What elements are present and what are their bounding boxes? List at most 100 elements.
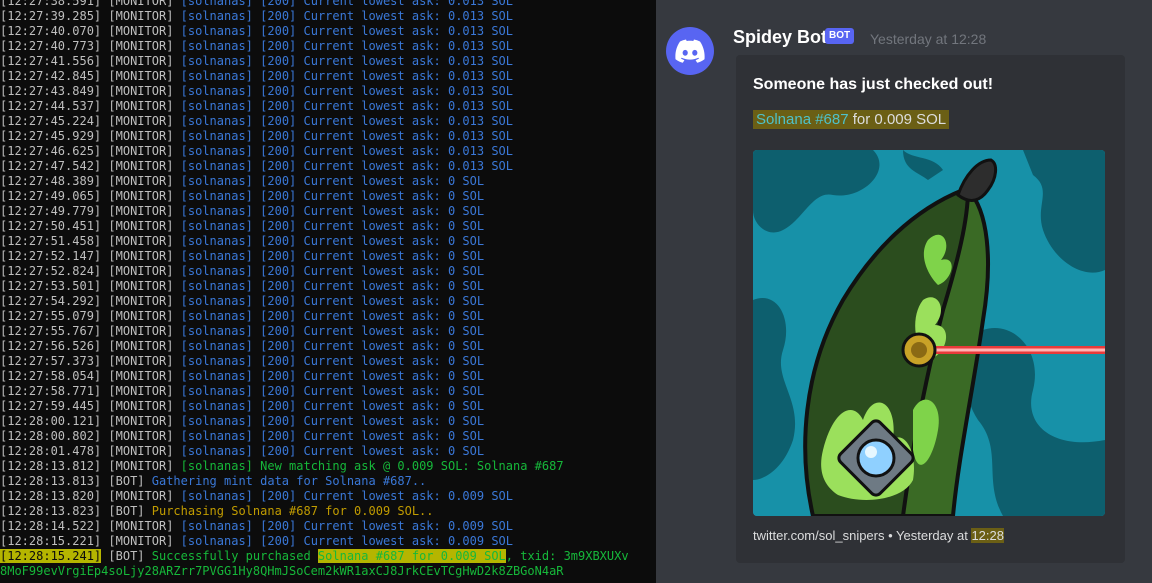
- log-timestamp: [12:27:47.542]: [0, 159, 102, 173]
- log-message: [200] Current lowest ask: 0 SOL: [260, 234, 485, 248]
- log-line: [12:27:56.526] [MONITOR] [solnanas] [200…: [0, 339, 629, 354]
- log-collection: [solnanas]: [180, 99, 253, 113]
- log-line: [12:27:40.070] [MONITOR] [solnanas] [200…: [0, 24, 629, 39]
- discord-message: Spidey Bot BOT Yesterday at 12:28 Someon…: [656, 0, 1152, 583]
- log-collection: [solnanas]: [180, 519, 253, 533]
- log-tag: [MONITOR]: [108, 249, 174, 263]
- log-line: [12:28:13.823] [BOT] Purchasing Solnana …: [0, 504, 629, 519]
- log-collection: [solnanas]: [180, 114, 253, 128]
- log-message: [200] Current lowest ask: 0 SOL: [260, 414, 485, 428]
- log-message: [200] Current lowest ask: 0 SOL: [260, 219, 485, 233]
- log-collection: [solnanas]: [180, 264, 253, 278]
- log-timestamp: [12:27:50.451]: [0, 219, 102, 233]
- log-tag: [MONITOR]: [108, 534, 174, 548]
- log-message: [200] Current lowest ask: 0.009 SOL: [260, 489, 514, 503]
- log-timestamp: [12:28:01.478]: [0, 444, 102, 458]
- log-timestamp: [12:27:48.389]: [0, 174, 102, 188]
- log-tag: [MONITOR]: [108, 369, 174, 383]
- log-message: Successfully purchased: [151, 549, 318, 563]
- log-message: [solnanas] New matching ask @ 0.009 SOL:…: [180, 459, 564, 473]
- log-timestamp: [12:28:13.823]: [0, 504, 102, 518]
- log-timestamp: [12:27:52.147]: [0, 249, 102, 263]
- log-message: [200] Current lowest ask: 0 SOL: [260, 294, 485, 308]
- footer-time: 12:28: [971, 528, 1004, 543]
- log-message: [200] Current lowest ask: 0 SOL: [260, 399, 485, 413]
- log-line: [12:27:42.845] [MONITOR] [solnanas] [200…: [0, 69, 629, 84]
- log-line: [12:28:13.820] [MONITOR] [solnanas] [200…: [0, 489, 629, 504]
- log-tag: [BOT]: [108, 474, 145, 488]
- checkout-embed: Someone has just checked out! Solnana #6…: [736, 55, 1125, 563]
- log-line: [12:27:55.079] [MONITOR] [solnanas] [200…: [0, 309, 629, 324]
- log-line: [12:27:49.779] [MONITOR] [solnanas] [200…: [0, 204, 629, 219]
- log-line: [12:27:47.542] [MONITOR] [solnanas] [200…: [0, 159, 629, 174]
- discord-logo-icon: [675, 39, 705, 63]
- bot-username[interactable]: Spidey Bot: [733, 27, 827, 48]
- log-line-success: [12:28:15.241] [BOT] Successfully purcha…: [0, 549, 629, 564]
- nft-link[interactable]: Solnana #687: [756, 111, 849, 128]
- log-message: [200] Current lowest ask: 0 SOL: [260, 189, 485, 203]
- log-collection: [solnanas]: [180, 129, 253, 143]
- log-line: [12:27:38.591] [MONITOR] [solnanas] [200…: [0, 0, 629, 9]
- log-tag: [MONITOR]: [108, 54, 174, 68]
- bot-avatar[interactable]: [666, 27, 714, 75]
- log-line: [12:27:58.054] [MONITOR] [solnanas] [200…: [0, 369, 629, 384]
- log-tag: [MONITOR]: [108, 354, 174, 368]
- log-timestamp: [12:28:00.121]: [0, 414, 102, 428]
- log-line: [12:28:13.812] [MONITOR] [solnanas] New …: [0, 459, 629, 474]
- log-timestamp: [12:27:51.458]: [0, 234, 102, 248]
- log-timestamp: [12:27:55.767]: [0, 324, 102, 338]
- log-timestamp: [12:28:00.802]: [0, 429, 102, 443]
- log-collection: [solnanas]: [180, 234, 253, 248]
- log-tag: [MONITOR]: [108, 384, 174, 398]
- log-tag: [MONITOR]: [108, 129, 174, 143]
- log-message: [200] Current lowest ask: 0.013 SOL: [260, 69, 514, 83]
- log-line: [12:27:59.445] [MONITOR] [solnanas] [200…: [0, 399, 629, 414]
- log-timestamp: [12:27:41.556]: [0, 54, 102, 68]
- log-collection: [solnanas]: [180, 159, 253, 173]
- log-timestamp: [12:28:15.241]: [0, 549, 102, 563]
- log-line: [12:27:54.292] [MONITOR] [solnanas] [200…: [0, 294, 629, 309]
- log-tag: [MONITOR]: [108, 489, 174, 503]
- log-collection: [solnanas]: [180, 144, 253, 158]
- log-tag: [MONITOR]: [108, 279, 174, 293]
- log-tag: [MONITOR]: [108, 234, 174, 248]
- log-message: [200] Current lowest ask: 0.013 SOL: [260, 144, 514, 158]
- log-line: [12:27:41.556] [MONITOR] [solnanas] [200…: [0, 54, 629, 69]
- log-line: [12:27:39.285] [MONITOR] [solnanas] [200…: [0, 9, 629, 24]
- log-collection: [solnanas]: [180, 534, 253, 548]
- log-tag: [MONITOR]: [108, 414, 174, 428]
- log-message: [200] Current lowest ask: 0 SOL: [260, 369, 485, 383]
- log-timestamp: [12:28:14.522]: [0, 519, 102, 533]
- log-timestamp: [12:27:43.849]: [0, 84, 102, 98]
- nft-image[interactable]: [753, 150, 1105, 516]
- log-tag: [BOT]: [108, 549, 145, 563]
- log-timestamp: [12:27:45.224]: [0, 114, 102, 128]
- log-timestamp: [12:27:54.292]: [0, 294, 102, 308]
- log-collection: [solnanas]: [180, 369, 253, 383]
- log-line: [12:27:52.147] [MONITOR] [solnanas] [200…: [0, 249, 629, 264]
- log-message: [200] Current lowest ask: 0 SOL: [260, 429, 485, 443]
- log-collection: [solnanas]: [180, 0, 253, 8]
- log-timestamp: [12:27:59.445]: [0, 399, 102, 413]
- log-line: [12:28:13.813] [BOT] Gathering mint data…: [0, 474, 629, 489]
- log-message: [200] Current lowest ask: 0 SOL: [260, 174, 485, 188]
- log-line: [12:27:48.389] [MONITOR] [solnanas] [200…: [0, 174, 629, 189]
- log-message: [200] Current lowest ask: 0 SOL: [260, 444, 485, 458]
- log-message: Gathering mint data for Solnana #687..: [151, 474, 427, 488]
- log-tag: [MONITOR]: [108, 309, 174, 323]
- log-line: [12:27:58.771] [MONITOR] [solnanas] [200…: [0, 384, 629, 399]
- log-collection: [solnanas]: [180, 24, 253, 38]
- log-timestamp: [12:27:58.054]: [0, 369, 102, 383]
- log-message: [200] Current lowest ask: 0.009 SOL: [260, 519, 514, 533]
- log-line: [12:27:51.458] [MONITOR] [solnanas] [200…: [0, 234, 629, 249]
- log-message: [200] Current lowest ask: 0.013 SOL: [260, 129, 514, 143]
- log-line: [12:28:00.121] [MONITOR] [solnanas] [200…: [0, 414, 629, 429]
- log-line: [12:28:00.802] [MONITOR] [solnanas] [200…: [0, 429, 629, 444]
- log-collection: [solnanas]: [180, 39, 253, 53]
- message-timestamp: Yesterday at 12:28: [870, 31, 987, 47]
- log-timestamp: [12:28:13.813]: [0, 474, 102, 488]
- log-message: [200] Current lowest ask: 0.013 SOL: [260, 0, 514, 8]
- log-collection: [solnanas]: [180, 204, 253, 218]
- log-message: [200] Current lowest ask: 0.013 SOL: [260, 99, 514, 113]
- log-tag: [MONITOR]: [108, 84, 174, 98]
